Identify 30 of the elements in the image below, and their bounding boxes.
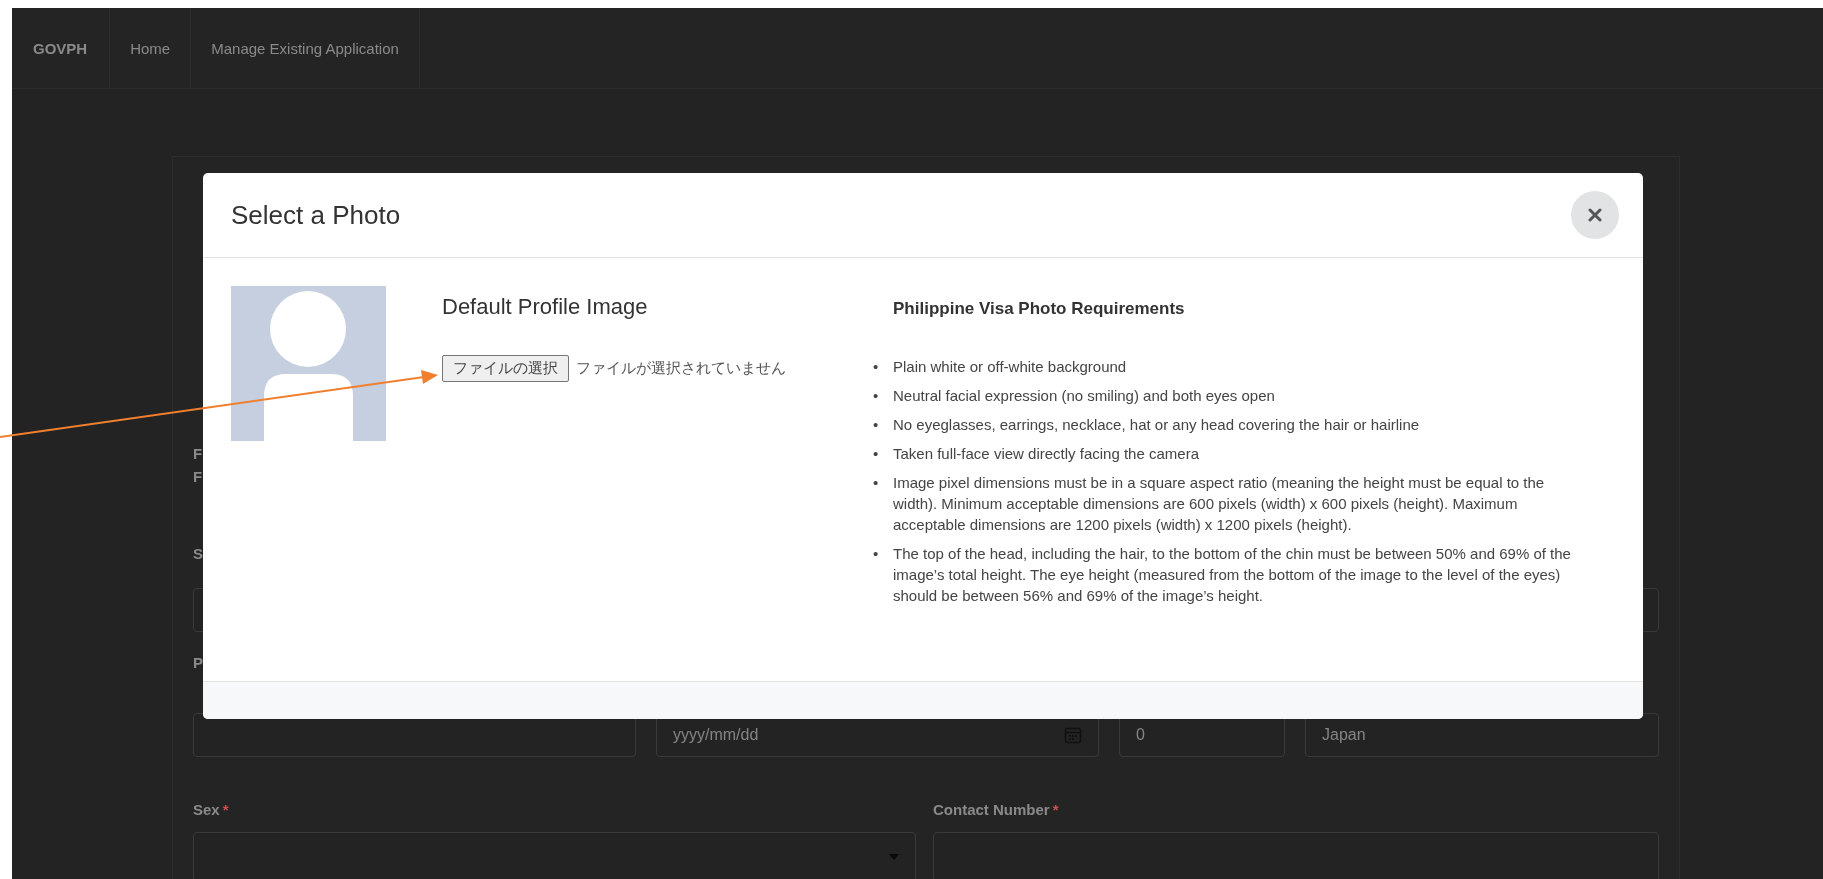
- requirement-item: The top of the head, including the hair, to the bottom of the chin must be between 50% and 69% of the image’s total height. The eye height (measured from the bottom of the image to the level of the eyes) should be between 56% and 69% of the image’s height.: [893, 544, 1572, 606]
- requirement-item: Taken full-face view directly facing the camera: [893, 444, 1199, 464]
- bullet-mark: •: [873, 544, 880, 564]
- requirements-heading: Philippine Visa Photo Requirements: [893, 299, 1186, 319]
- form-label: S: [193, 545, 204, 562]
- field-label: Contact Number *: [933, 801, 1060, 818]
- bullet-mark: •: [873, 444, 880, 464]
- choose-file-button[interactable]: ファイルの選択: [442, 355, 569, 382]
- bullet-mark: •: [873, 386, 880, 406]
- requirement-item: Neutral facial expression (no smiling) and both eyes open: [893, 386, 1275, 406]
- file-status-text: ファイルが選択されていません: [576, 359, 786, 378]
- brand-link[interactable]: GOVPH: [12, 8, 111, 88]
- nav-link[interactable]: Home: [110, 8, 192, 88]
- form-label: F: [193, 468, 204, 485]
- bullet-mark: •: [873, 473, 880, 493]
- requirement-item: No eyeglasses, earrings, necklace, hat or any head covering the hair or hairline: [893, 415, 1420, 435]
- nav-link[interactable]: Manage Existing Application: [191, 8, 420, 88]
- bullet-mark: •: [873, 357, 880, 377]
- requirement-item: Plain white or off-white background: [893, 357, 1127, 377]
- form-label: F: [193, 445, 204, 462]
- section-heading: Default Profile Image: [442, 294, 649, 320]
- caret-icon: [889, 854, 899, 860]
- bullet-mark: •: [873, 415, 880, 435]
- modal-title: Select a Photo: [231, 199, 401, 231]
- form-label: P: [193, 654, 204, 671]
- close-icon: [1588, 208, 1602, 222]
- field-label: Sex *: [193, 801, 230, 818]
- select-field[interactable]: [193, 832, 916, 879]
- requirement-item: Image pixel dimensions must be in a square aspect ratio (meaning the height must be equal to the width). Minimum acceptable dimensions are 600 pixels (width) x 600 pixels (height). Maximum acceptable dimensions are 1200 pixels (width) x 1200 pixels (height).: [893, 473, 1546, 535]
- close-button[interactable]: [1571, 191, 1619, 239]
